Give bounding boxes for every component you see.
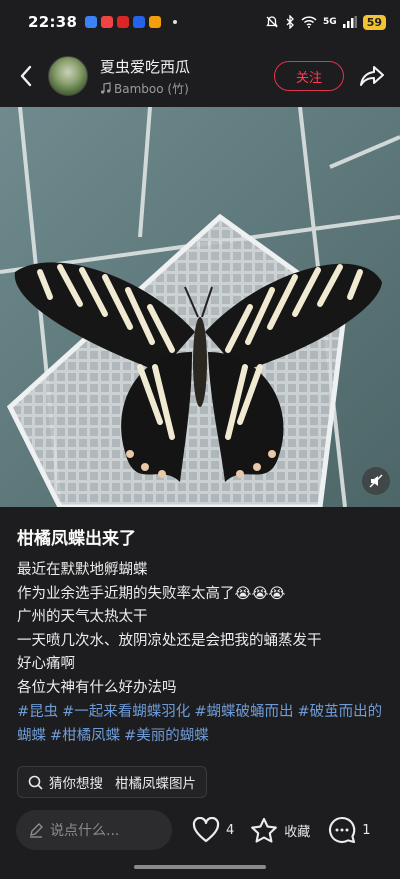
search-suggestion-label: 猜你想搜	[49, 776, 103, 792]
star-icon	[251, 817, 278, 843]
post-text-line: 广州的天气太热太干	[17, 609, 148, 625]
post-header: 夏虫爱吃西瓜 Bamboo (竹) 关注	[0, 48, 400, 104]
favorite-button[interactable]: 收藏	[250, 817, 310, 844]
post-text-line: 最近在默默地孵蝴蝶	[17, 562, 148, 578]
status-bar: 22:38 5G 59	[0, 0, 400, 44]
post-tags: #昆虫 #一起来看蝴蝶羽化 #蝴蝶破蛹而出 #破茧而出的蝴蝶 #柑橘凤蝶 #美丽的蝴蝶	[17, 700, 387, 748]
comment-input[interactable]: 说点什么...	[16, 810, 172, 850]
post-photo[interactable]	[0, 107, 400, 507]
music-note-icon	[101, 82, 111, 94]
background-music[interactable]: Bamboo (竹)	[100, 80, 190, 97]
author-name[interactable]: 夏虫爱吃西瓜	[100, 56, 190, 77]
status-time: 22:38	[28, 13, 78, 31]
status-indicators: 5G 59	[265, 14, 386, 30]
signal-icon	[342, 16, 357, 28]
pencil-icon	[30, 823, 43, 838]
hashtag-link[interactable]: #一起来看蝴蝶羽化	[62, 704, 190, 720]
share-icon	[360, 66, 384, 86]
favorite-label: 收藏	[284, 824, 311, 840]
back-button[interactable]	[14, 64, 38, 88]
wifi-icon	[301, 16, 317, 28]
hashtag-link[interactable]: #美丽的蝴蝶	[124, 728, 209, 744]
comment-count: 1	[362, 822, 371, 838]
bottom-action-bar: 说点什么... 4 收藏 1	[0, 808, 400, 852]
home-indicator[interactable]	[134, 865, 266, 869]
mute-bell-icon	[266, 16, 278, 28]
heart-icon	[192, 817, 220, 843]
comment-placeholder: 说点什么...	[50, 823, 120, 839]
search-suggestion-chip[interactable]: 猜你想搜 柑橘凤蝶图片	[17, 766, 207, 798]
app-notification-icon	[101, 16, 114, 28]
hashtag-link[interactable]: #柑橘凤蝶	[50, 728, 120, 744]
author-info: 夏虫爱吃西瓜 Bamboo (竹)	[100, 56, 190, 97]
search-icon	[28, 775, 43, 790]
post-text-line: 好心痛啊	[17, 656, 75, 672]
comment-button[interactable]: 1	[328, 816, 371, 844]
post-content: 柑橘凤蝶出来了 最近在默默地孵蝴蝶 作为业余选手近期的失败率太高了😭😭😭 广州的…	[17, 524, 387, 748]
search-suggestion-query: 柑橘凤蝶图片	[115, 776, 196, 792]
more-notifications-dot	[173, 20, 178, 24]
follow-button[interactable]: 关注	[274, 61, 344, 91]
network-type: 5G	[323, 17, 337, 27]
app-notification-icon	[149, 16, 162, 28]
bluetooth-icon	[286, 15, 294, 29]
app-notification-icon	[117, 16, 130, 28]
butterfly-photo	[0, 107, 400, 507]
like-button[interactable]: 4	[192, 817, 234, 843]
speaker-muted-icon	[369, 474, 383, 488]
avatar[interactable]	[48, 56, 88, 96]
comment-bubble-icon	[329, 816, 356, 844]
app-notification-icon	[85, 16, 98, 28]
post-title: 柑橘凤蝶出来了	[17, 529, 136, 549]
post-text-line: 一天喷几次水、放阴凉处还是会把我的蛹蒸发干	[17, 632, 322, 649]
music-title: Bamboo (竹)	[114, 81, 189, 96]
hashtag-link[interactable]: #蝴蝶破蛹而出	[194, 704, 293, 720]
battery-level: 59	[362, 14, 386, 30]
notification-icons	[85, 16, 178, 28]
hashtag-link[interactable]: #昆虫	[17, 704, 58, 720]
mute-button[interactable]	[362, 467, 390, 495]
post-text-line: 作为业余选手近期的失败率太高了😭😭😭	[17, 585, 286, 602]
chevron-left-icon	[20, 65, 32, 87]
like-count: 4	[226, 822, 235, 838]
share-button[interactable]	[356, 60, 388, 92]
post-text-line: 各位大神有什么好办法吗	[17, 679, 177, 696]
app-notification-icon	[133, 16, 146, 28]
